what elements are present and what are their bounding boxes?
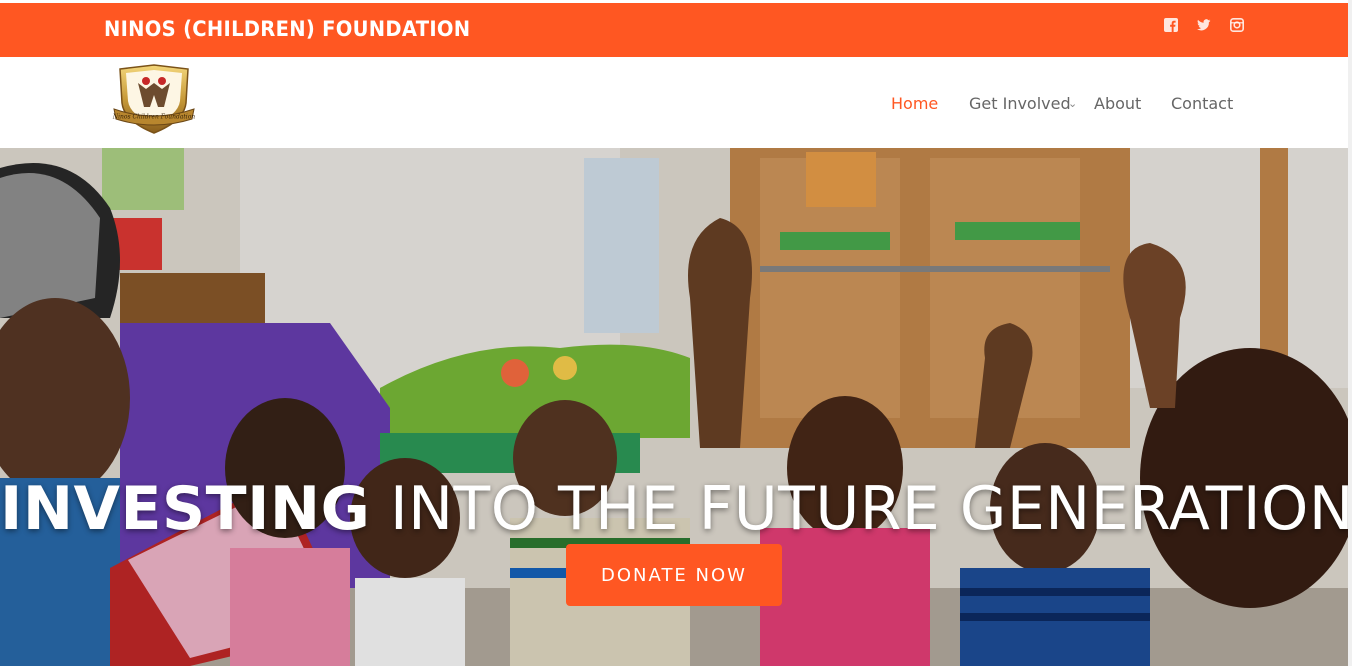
nav-home[interactable]: Home	[891, 94, 938, 113]
foundation-logo[interactable]: Ninos Children Foundation	[112, 63, 196, 137]
hero-headline-rest: INTO THE FUTURE GENERATION.	[370, 474, 1348, 544]
top-bar: NINOS (CHILDREN) FOUNDATION	[0, 3, 1348, 57]
facebook-icon[interactable]	[1164, 18, 1178, 32]
hero-headline-bold: INVESTING	[0, 474, 371, 544]
svg-text:Ninos Children Foundation: Ninos Children Foundation	[112, 114, 195, 121]
site-title[interactable]: NINOS (CHILDREN) FOUNDATION	[104, 17, 470, 41]
hero-section: INVESTING INTO THE FUTURE GENERATION. DO…	[0, 148, 1348, 666]
donate-now-button[interactable]: DONATE NOW	[566, 544, 782, 606]
hero-headline: INVESTING INTO THE FUTURE GENERATION.	[0, 474, 1348, 544]
nav-get-involved[interactable]: Get Involved	[969, 94, 1071, 113]
chevron-down-icon[interactable]: ⌄	[1068, 97, 1077, 110]
page-right-edge	[1348, 0, 1352, 666]
twitter-icon[interactable]	[1197, 18, 1211, 32]
main-navbar: Ninos Children Foundation Home Get Invol…	[0, 57, 1348, 148]
nav-contact[interactable]: Contact	[1171, 94, 1233, 113]
instagram-icon[interactable]	[1230, 18, 1244, 32]
nav-about[interactable]: About	[1094, 94, 1141, 113]
